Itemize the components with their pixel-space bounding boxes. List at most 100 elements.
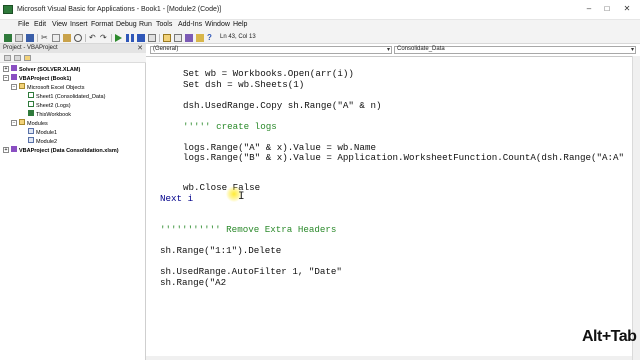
tree-item-label: VBAProject (Data Consolidation.xlsm) bbox=[19, 148, 119, 154]
tree-item-label: VBAProject (Book1) bbox=[19, 76, 72, 82]
menu-format[interactable]: Format bbox=[91, 21, 113, 28]
vba-project-icon bbox=[11, 65, 17, 71]
code-line[interactable]: sh.UsedRange.AutoFilter 1, "Date" bbox=[160, 266, 342, 277]
ibeam-cursor-icon: I bbox=[238, 191, 245, 203]
tree-item-label: ThisWorkbook bbox=[36, 112, 72, 118]
vba-app-icon bbox=[3, 5, 13, 14]
excel-icon[interactable] bbox=[4, 34, 12, 42]
module-icon bbox=[28, 128, 34, 134]
object-combo-value: (General) bbox=[153, 46, 179, 52]
tree-item-vbaproject-data-consolidation[interactable]: + VBAProject (Data Consolidation.xlsm) bbox=[3, 146, 119, 155]
tree-item-vbaproject-book1[interactable]: − VBAProject (Book1) bbox=[3, 74, 71, 83]
toolbar-separator bbox=[37, 34, 38, 42]
toolbar-separator bbox=[159, 34, 160, 42]
code-keyword-line[interactable]: Next i bbox=[160, 193, 193, 204]
project-explorer: Project - VBAProject ✕ + Solver (SOLVER.X… bbox=[0, 44, 146, 360]
vba-project-icon bbox=[11, 74, 17, 80]
code-line[interactable]: Set wb = Workbooks.Open(arr(i)) bbox=[183, 68, 354, 79]
toggle-folders-icon[interactable] bbox=[24, 55, 31, 61]
menu-window[interactable]: Window bbox=[205, 21, 230, 28]
procedure-combo[interactable]: Consolidate_Data ▾ bbox=[394, 46, 636, 54]
menu-view[interactable]: View bbox=[52, 21, 67, 28]
break-icon[interactable] bbox=[126, 34, 134, 42]
code-line[interactable]: wb.Close False bbox=[183, 182, 260, 193]
redo-icon[interactable]: ↷ bbox=[100, 34, 108, 42]
reset-icon[interactable] bbox=[137, 34, 145, 42]
tree-item-label: Microsoft Excel Objects bbox=[27, 85, 85, 91]
object-combo[interactable]: (General) ▾ bbox=[150, 46, 392, 54]
standard-toolbar: ✂ ↶ ↷ ? Ln 43, Col 13 bbox=[0, 32, 640, 44]
toolbar-separator bbox=[111, 34, 112, 42]
menu-run[interactable]: Run bbox=[139, 21, 152, 28]
window-title: Microsoft Visual Basic for Applications … bbox=[17, 6, 222, 13]
toolbar-separator bbox=[85, 34, 86, 42]
insert-module-icon[interactable] bbox=[15, 34, 23, 42]
tree-item-thisworkbook[interactable]: ThisWorkbook bbox=[28, 110, 71, 119]
menu-tools[interactable]: Tools bbox=[156, 21, 172, 28]
code-line[interactable]: Set dsh = wb.Sheets(1) bbox=[183, 79, 304, 90]
tree-item-module1[interactable]: Module1 bbox=[28, 128, 57, 137]
code-line[interactable]: sh.Range("A2 bbox=[160, 277, 226, 288]
code-line[interactable]: sh.Range("1:1").Delete bbox=[160, 245, 281, 256]
horizontal-scrollbar[interactable] bbox=[146, 356, 632, 360]
menu-edit[interactable]: Edit bbox=[34, 21, 46, 28]
view-object-icon[interactable] bbox=[14, 55, 21, 61]
menu-add-ins[interactable]: Add-Ins bbox=[178, 21, 202, 28]
procedure-combo-value: Consolidate_Data bbox=[397, 46, 445, 52]
tree-item-modules[interactable]: − Modules bbox=[11, 119, 48, 128]
view-code-icon[interactable] bbox=[4, 55, 11, 61]
paste-icon[interactable] bbox=[63, 34, 71, 42]
tree-item-solver[interactable]: + Solver (SOLVER.XLAM) bbox=[3, 65, 80, 74]
minimize-button[interactable]: – bbox=[582, 3, 596, 15]
properties-icon[interactable] bbox=[174, 34, 182, 42]
cut-icon[interactable]: ✂ bbox=[41, 34, 49, 42]
project-explorer-title: Project - VBAProject bbox=[3, 45, 58, 51]
collapse-icon[interactable]: − bbox=[3, 75, 9, 81]
expand-icon[interactable]: + bbox=[3, 147, 9, 153]
find-icon[interactable] bbox=[74, 34, 82, 42]
tree-item-module2[interactable]: Module2 bbox=[28, 137, 57, 146]
project-explorer-icon[interactable] bbox=[163, 34, 171, 42]
vba-project-icon bbox=[11, 146, 17, 152]
title-bar: Microsoft Visual Basic for Applications … bbox=[0, 0, 640, 20]
tree-item-label: Module2 bbox=[36, 139, 58, 145]
code-window: (General) ▾ Consolidate_Data ▾ Set wb = … bbox=[146, 44, 640, 360]
worksheet-icon bbox=[28, 92, 34, 98]
tree-item-excel-objects[interactable]: − Microsoft Excel Objects bbox=[11, 83, 84, 92]
tree-item-sheet2[interactable]: Sheet2 (Logs) bbox=[28, 101, 71, 110]
code-line[interactable]: logs.Range("B" & x).Value = Application.… bbox=[183, 152, 624, 163]
workbook-icon bbox=[28, 110, 34, 116]
design-mode-icon[interactable] bbox=[148, 34, 156, 42]
copy-icon[interactable] bbox=[52, 34, 60, 42]
menu-insert[interactable]: Insert bbox=[70, 21, 88, 28]
tree-item-label: Modules bbox=[27, 121, 48, 127]
menu-help[interactable]: Help bbox=[233, 21, 247, 28]
tree-item-sheet1[interactable]: Sheet1 (Consolidated_Data) bbox=[28, 92, 105, 101]
run-icon[interactable] bbox=[115, 34, 122, 42]
chevron-down-icon[interactable]: ▾ bbox=[387, 46, 390, 53]
maximize-button[interactable]: □ bbox=[600, 3, 614, 15]
code-comment-line[interactable]: ''''''''''' Remove Extra Headers bbox=[160, 224, 336, 235]
save-icon[interactable] bbox=[26, 34, 34, 42]
tree-item-label: Sheet2 (Logs) bbox=[36, 103, 71, 109]
project-explorer-header: Project - VBAProject ✕ bbox=[0, 44, 146, 53]
close-window-button[interactable]: ✕ bbox=[620, 3, 634, 15]
collapse-icon[interactable]: − bbox=[11, 120, 17, 126]
chevron-down-icon[interactable]: ▾ bbox=[631, 46, 634, 53]
vertical-scrollbar[interactable] bbox=[632, 56, 640, 360]
worksheet-icon bbox=[28, 101, 34, 107]
help-icon[interactable]: ? bbox=[207, 34, 215, 42]
code-editor[interactable]: Set wb = Workbooks.Open(arr(i)) Set dsh … bbox=[146, 56, 632, 356]
undo-icon[interactable]: ↶ bbox=[89, 34, 97, 42]
expand-icon[interactable]: + bbox=[3, 66, 9, 72]
collapse-icon[interactable]: − bbox=[11, 84, 17, 90]
code-comment-line[interactable]: ''''' create logs bbox=[183, 121, 277, 132]
object-browser-icon[interactable] bbox=[185, 34, 193, 42]
menu-file[interactable]: File bbox=[18, 21, 29, 28]
project-explorer-close-button[interactable]: ✕ bbox=[137, 44, 143, 52]
tree-item-label: Solver (SOLVER.XLAM) bbox=[19, 67, 81, 73]
toolbox-icon[interactable] bbox=[196, 34, 204, 42]
menu-bar: File Edit View Insert Format Debug Run T… bbox=[0, 20, 640, 32]
menu-debug[interactable]: Debug bbox=[116, 21, 137, 28]
code-line[interactable]: dsh.UsedRange.Copy sh.Range("A" & n) bbox=[183, 100, 381, 111]
